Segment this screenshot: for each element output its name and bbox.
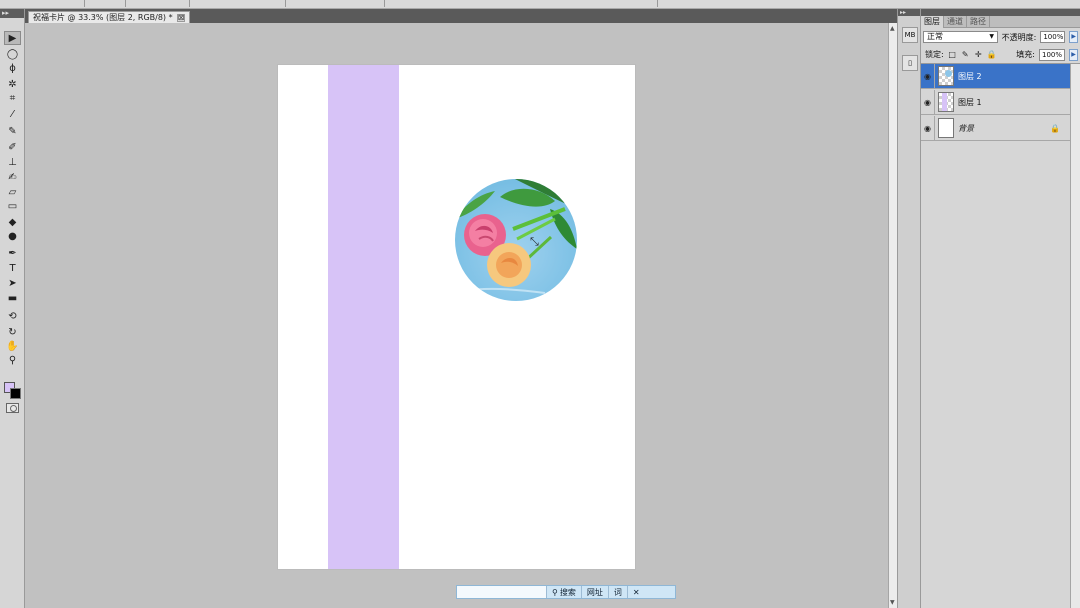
- move-icon[interactable]: ▶: [4, 31, 21, 45]
- layer-list-scrollbar[interactable]: [1070, 64, 1080, 608]
- blend-mode-value: 正常: [927, 32, 943, 41]
- lock-icon: 🔒: [1050, 124, 1060, 133]
- option-segment[interactable]: [88, 0, 126, 7]
- option-segment[interactable]: [290, 0, 385, 7]
- type-icon[interactable]: T: [4, 261, 21, 275]
- layers-panel: 图层 通道 路径 正常 ▼ 不透明度: 100% ▶ 锁定: □ ✎ ✛ 🔒 填…: [921, 9, 1080, 608]
- background-color-swatch[interactable]: [10, 388, 21, 399]
- roses-illustration: [455, 179, 577, 294]
- 3d-rotate-icon[interactable]: ⟲: [4, 309, 21, 323]
- healing-brush-icon[interactable]: ✎: [4, 124, 21, 138]
- panel-dock-strip: ▸▸ MB ▯: [897, 9, 921, 608]
- magic-wand-icon[interactable]: ✲: [4, 77, 21, 91]
- toolbox: ▸▸ ▶ ◯ ϕ ✲ ⌗ ⁄ ✎ ✐ ⊥ ✍ ▱ ▭ ◆ ● ✒ T ➤ ▬ ⟲ ↻ ✋ ⚲: [0, 9, 25, 608]
- option-segment[interactable]: [40, 0, 85, 7]
- 3d-orbit-icon[interactable]: ↻: [4, 325, 21, 339]
- crop-icon[interactable]: ⌗: [4, 91, 21, 105]
- layer-row-background[interactable]: ◉ 背景 🔒: [921, 115, 1070, 141]
- lock-all-icon[interactable]: 🔒: [987, 50, 997, 59]
- layer-row-layer-1[interactable]: ◉ 图层 1: [921, 89, 1070, 115]
- panel-tabs: 图层 通道 路径: [921, 16, 1080, 28]
- layer-list: ◉ 图层 2 ◉ 图层 1 ◉ 背景 🔒: [921, 63, 1080, 608]
- document-window: 祝福卡片 @ 33.3% (图层 2, RGB/8) * ⊠ ⤡ ▲ ▼: [25, 9, 897, 608]
- document-tab[interactable]: 祝福卡片 @ 33.3% (图层 2, RGB/8) * ⊠: [28, 11, 190, 23]
- lock-position-icon[interactable]: ✛: [974, 50, 983, 59]
- layer-row-layer-2[interactable]: ◉ 图层 2: [921, 63, 1070, 89]
- blend-opacity-row: 正常 ▼ 不透明度: 100% ▶: [923, 30, 1078, 44]
- eye-icon[interactable]: ◉: [921, 89, 935, 115]
- layer-name: 图层 1: [958, 97, 982, 107]
- chevron-down-icon: ▼: [989, 33, 994, 40]
- close-icon[interactable]: ⊠: [176, 13, 185, 22]
- layers-panel-grip[interactable]: [921, 9, 1080, 16]
- rose-photo-circle: [455, 179, 577, 301]
- opacity-field[interactable]: 100%: [1040, 31, 1066, 43]
- lock-label: 锁定:: [925, 50, 944, 59]
- tab-channels[interactable]: 通道: [944, 16, 967, 28]
- fill-slider-button[interactable]: ▶: [1069, 48, 1078, 61]
- gradient-icon[interactable]: ▭: [4, 199, 21, 213]
- ime-input-area[interactable]: [457, 586, 547, 598]
- fill-label: 填充:: [1016, 50, 1035, 59]
- history-brush-icon[interactable]: ✍: [4, 170, 21, 184]
- vertical-scrollbar[interactable]: ▲ ▼: [888, 23, 897, 608]
- layer-name: 背景: [958, 123, 974, 133]
- eye-icon[interactable]: ◉: [921, 63, 935, 89]
- path-selection-icon[interactable]: ➤: [4, 276, 21, 290]
- mini-bridge-icon[interactable]: MB: [902, 27, 918, 43]
- close-icon[interactable]: ✕: [628, 586, 645, 598]
- blend-mode-select[interactable]: 正常 ▼: [923, 31, 998, 43]
- options-bar: [0, 0, 1080, 9]
- layer-thumbnail: [938, 92, 954, 112]
- opacity-label: 不透明度:: [1001, 32, 1037, 42]
- opacity-slider-button[interactable]: ▶: [1069, 31, 1078, 43]
- clone-stamp-icon[interactable]: ⊥: [4, 155, 21, 169]
- ime-search-label: 搜索: [559, 587, 576, 597]
- lock-transparent-pixels-icon[interactable]: □: [948, 50, 957, 59]
- tab-paths[interactable]: 路径: [967, 16, 990, 28]
- option-segment[interactable]: [196, 0, 286, 7]
- move-cursor-icon: ⤡: [530, 235, 539, 248]
- shape-icon[interactable]: ▬: [4, 291, 21, 305]
- pen-icon[interactable]: ✒: [4, 246, 21, 260]
- eye-icon[interactable]: ◉: [921, 115, 935, 141]
- quick-mask-icon[interactable]: [6, 403, 19, 413]
- scroll-down-icon[interactable]: ▼: [890, 599, 895, 606]
- layer-thumbnail: [938, 66, 954, 86]
- brush-icon[interactable]: ✐: [4, 140, 21, 154]
- dock-grip[interactable]: ▸▸: [898, 9, 920, 16]
- option-segment[interactable]: [390, 0, 658, 7]
- document-tab-title: 祝福卡片 @ 33.3% (图层 2, RGB/8) *: [33, 13, 173, 22]
- search-icon: ⚲: [552, 587, 558, 597]
- panel-icon[interactable]: ▯: [902, 55, 918, 71]
- lasso-icon[interactable]: ϕ: [4, 61, 21, 75]
- zoom-icon[interactable]: ⚲: [4, 353, 21, 367]
- lock-image-pixels-icon[interactable]: ✎: [961, 50, 970, 59]
- ime-address-button[interactable]: 网址: [582, 586, 609, 598]
- option-segment[interactable]: [130, 0, 190, 7]
- fill-field[interactable]: 100%: [1039, 48, 1065, 61]
- lavender-stripe: [328, 65, 399, 569]
- marquee-icon[interactable]: ◯: [4, 47, 21, 61]
- ime-search-button[interactable]: ⚲ 搜索: [547, 586, 582, 598]
- scroll-up-icon[interactable]: ▲: [890, 25, 895, 32]
- blur-icon[interactable]: ◆: [4, 215, 21, 229]
- document-canvas[interactable]: [278, 65, 635, 569]
- toolbox-grip[interactable]: ▸▸: [0, 9, 24, 18]
- hand-icon[interactable]: ✋: [4, 339, 21, 353]
- eyedropper-icon[interactable]: ⁄: [4, 107, 21, 121]
- layer-thumbnail: [938, 118, 954, 138]
- eraser-icon[interactable]: ▱: [4, 185, 21, 199]
- ime-word-button[interactable]: 词: [609, 586, 628, 598]
- lock-fill-row: 锁定: □ ✎ ✛ 🔒 填充: 100% ▶: [925, 48, 1078, 61]
- ime-search-bar: ⚲ 搜索 网址 词 ✕: [456, 585, 676, 599]
- document-tab-bar: 祝福卡片 @ 33.3% (图层 2, RGB/8) * ⊠: [25, 9, 897, 23]
- dodge-icon[interactable]: ●: [4, 229, 21, 243]
- layer-name: 图层 2: [958, 71, 982, 81]
- tab-layers[interactable]: 图层: [921, 16, 944, 28]
